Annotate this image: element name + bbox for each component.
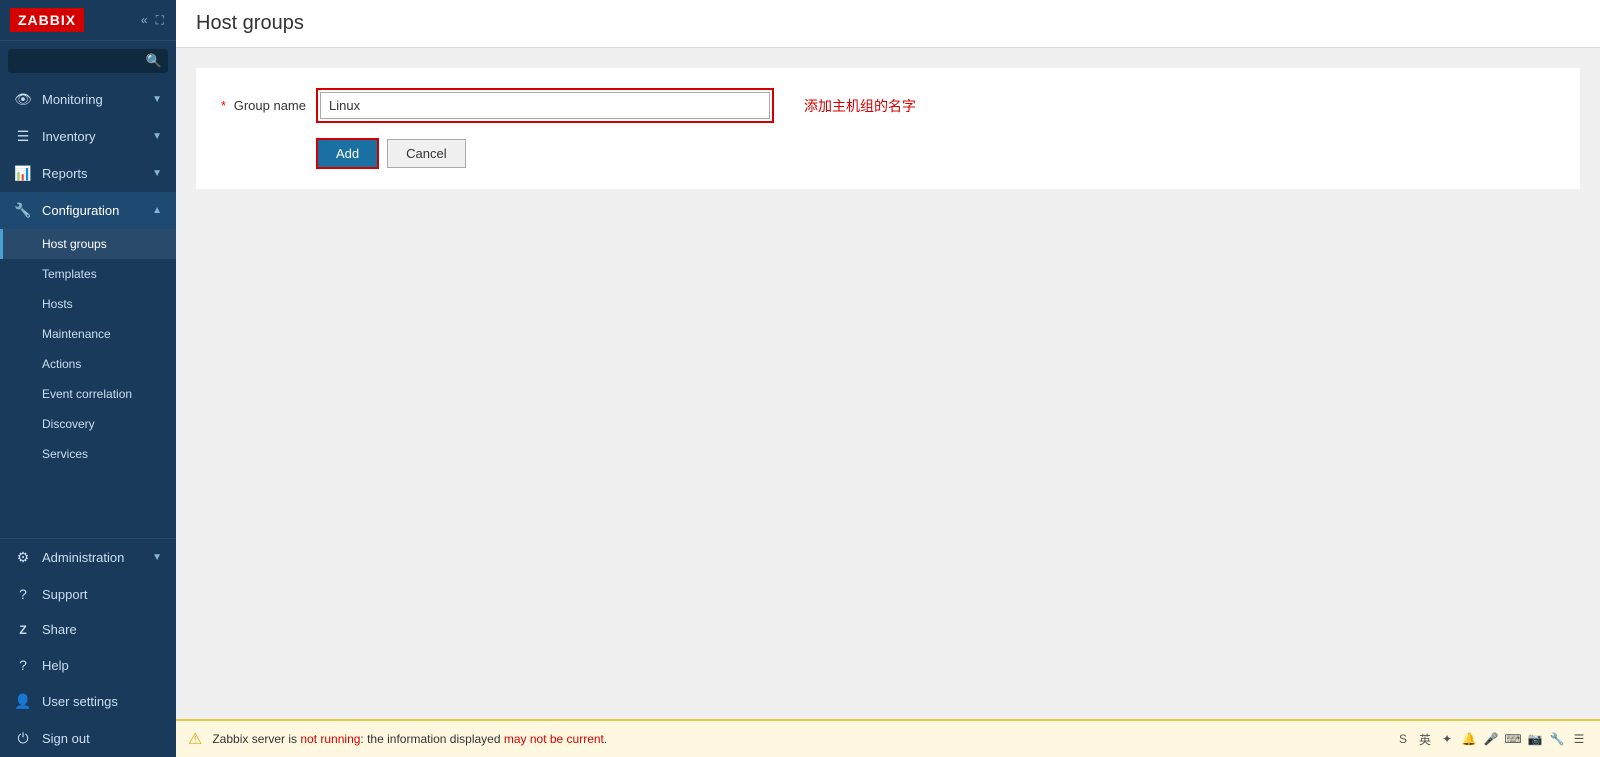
search-icon[interactable]: 🔍 bbox=[146, 53, 162, 69]
status-not-running: not running bbox=[300, 732, 360, 746]
main-area: Host groups * Group name 添加主机组的名字 Add Ca… bbox=[176, 0, 1600, 757]
taskbar-icon-3: ✦ bbox=[1438, 730, 1456, 748]
sidebar-item-label: Reports bbox=[42, 166, 88, 181]
sidebar-item-reports[interactable]: 📊 Reports ▼ bbox=[0, 155, 176, 192]
sidebar-item-host-groups[interactable]: Host groups bbox=[0, 229, 176, 259]
sidebar-item-maintenance[interactable]: Maintenance bbox=[0, 319, 176, 349]
sidebar-item-label: Support bbox=[42, 587, 88, 602]
sidebar-item-templates[interactable]: Templates bbox=[0, 259, 176, 289]
sidebar-item-services[interactable]: Services bbox=[0, 439, 176, 469]
chevron-up-icon: ▲ bbox=[152, 205, 162, 216]
inventory-icon: ☰ bbox=[14, 128, 32, 145]
sidebar: ZABBIX « ⛶ 🔍 👁 Monitoring ▼ ☰ Inventory … bbox=[0, 0, 176, 757]
add-button[interactable]: Add bbox=[316, 138, 379, 169]
group-name-input-wrap bbox=[316, 88, 774, 123]
administration-icon: ⚙ bbox=[14, 549, 32, 566]
sidebar-item-user-settings[interactable]: 👤 User settings bbox=[0, 683, 176, 720]
sidebar-bottom: ⚙ Administration ▼ ? Support Z Share ? H… bbox=[0, 538, 176, 757]
sidebar-item-label: User settings bbox=[42, 694, 118, 709]
sidebar-item-label: Configuration bbox=[42, 203, 119, 218]
sub-nav-label: Hosts bbox=[42, 297, 73, 311]
taskbar-icon-6: ⌨ bbox=[1504, 730, 1522, 748]
status-middle: : the information displayed bbox=[360, 732, 503, 746]
sidebar-item-sign-out[interactable]: ⏻ Sign out bbox=[0, 720, 176, 757]
group-name-label: * Group name bbox=[216, 98, 306, 113]
logo-bar: ZABBIX « ⛶ bbox=[0, 0, 176, 41]
fullscreen-button[interactable]: ⛶ bbox=[154, 11, 166, 30]
chevron-down-icon: ▼ bbox=[152, 131, 162, 142]
form-buttons: Add Cancel bbox=[316, 138, 1560, 169]
taskbar-icon-4: 🔔 bbox=[1460, 730, 1478, 748]
chevron-down-icon: ▼ bbox=[152, 168, 162, 179]
sidebar-item-configuration[interactable]: 🔧 Configuration ▲ bbox=[0, 192, 176, 229]
status-message: Zabbix server is not running: the inform… bbox=[212, 732, 607, 746]
sidebar-item-label: Inventory bbox=[42, 129, 95, 144]
sidebar-item-label: Sign out bbox=[42, 731, 90, 746]
reports-icon: 📊 bbox=[14, 165, 32, 182]
status-bar: ⚠ Zabbix server is not running: the info… bbox=[176, 719, 1600, 757]
sidebar-item-hosts[interactable]: Hosts bbox=[0, 289, 176, 319]
annotation-text: 添加主机组的名字 bbox=[804, 96, 916, 116]
search-input[interactable] bbox=[14, 54, 146, 68]
status-may-not: may not be current bbox=[504, 732, 604, 746]
help-icon: ? bbox=[14, 657, 32, 673]
sidebar-item-event-correlation[interactable]: Event correlation bbox=[0, 379, 176, 409]
sidebar-item-actions[interactable]: Actions bbox=[0, 349, 176, 379]
taskbar-icon-2: 英 bbox=[1416, 730, 1434, 748]
search-wrap: 🔍 bbox=[8, 49, 168, 73]
required-star: * bbox=[221, 98, 226, 113]
taskbar-icon-8: 🔧 bbox=[1548, 730, 1566, 748]
sidebar-item-administration[interactable]: ⚙ Administration ▼ bbox=[0, 539, 176, 576]
configuration-icon: 🔧 bbox=[14, 202, 32, 219]
warning-icon: ⚠ bbox=[188, 729, 202, 749]
main-nav: 👁 Monitoring ▼ ☰ Inventory ▼ 📊 Reports ▼… bbox=[0, 81, 176, 469]
group-name-row: * Group name 添加主机组的名字 bbox=[216, 88, 1560, 123]
monitoring-icon: 👁 bbox=[14, 91, 32, 108]
sidebar-item-help[interactable]: ? Help bbox=[0, 647, 176, 683]
main-content: * Group name 添加主机组的名字 Add Cancel bbox=[176, 48, 1600, 719]
sidebar-item-label: Help bbox=[42, 658, 69, 673]
status-prefix: Zabbix server is bbox=[212, 732, 300, 746]
sidebar-item-label: Administration bbox=[42, 550, 124, 565]
status-end: . bbox=[604, 732, 607, 746]
sidebar-item-share[interactable]: Z Share bbox=[0, 612, 176, 647]
group-name-input[interactable] bbox=[320, 92, 770, 119]
sidebar-item-discovery[interactable]: Discovery bbox=[0, 409, 176, 439]
search-bar: 🔍 bbox=[0, 41, 176, 81]
sub-nav-label: Maintenance bbox=[42, 327, 111, 341]
page-header: Host groups bbox=[176, 0, 1600, 48]
chevron-down-icon: ▼ bbox=[152, 94, 162, 105]
sign-out-icon: ⏻ bbox=[14, 730, 32, 747]
taskbar-icon-1: S bbox=[1394, 730, 1412, 748]
cancel-button[interactable]: Cancel bbox=[387, 139, 465, 168]
sub-nav-label: Discovery bbox=[42, 417, 95, 431]
sidebar-item-label: Monitoring bbox=[42, 92, 103, 107]
sidebar-item-monitoring[interactable]: 👁 Monitoring ▼ bbox=[0, 81, 176, 118]
sub-nav-label: Actions bbox=[42, 357, 81, 371]
collapse-sidebar-button[interactable]: « bbox=[139, 11, 150, 30]
sidebar-item-support[interactable]: ? Support bbox=[0, 576, 176, 612]
sub-nav-label: Services bbox=[42, 447, 88, 461]
zabbix-logo: ZABBIX bbox=[10, 8, 84, 32]
sub-nav-label: Event correlation bbox=[42, 387, 132, 401]
chevron-down-icon: ▼ bbox=[152, 552, 162, 563]
sub-nav-label: Templates bbox=[42, 267, 97, 281]
support-icon: ? bbox=[14, 586, 32, 602]
taskbar-icons: S 英 ✦ 🔔 🎤 ⌨ 📷 🔧 ☰ bbox=[1394, 730, 1588, 748]
user-icon: 👤 bbox=[14, 693, 32, 710]
taskbar-icon-9: ☰ bbox=[1570, 730, 1588, 748]
sidebar-item-inventory[interactable]: ☰ Inventory ▼ bbox=[0, 118, 176, 155]
page-title: Host groups bbox=[196, 12, 1580, 35]
taskbar-icon-7: 📷 bbox=[1526, 730, 1544, 748]
form-container: * Group name 添加主机组的名字 Add Cancel bbox=[196, 68, 1580, 189]
sidebar-item-label: Share bbox=[42, 622, 77, 637]
taskbar-icon-5: 🎤 bbox=[1482, 730, 1500, 748]
sub-nav-label: Host groups bbox=[42, 237, 107, 251]
share-icon: Z bbox=[14, 623, 32, 637]
sidebar-controls: « ⛶ bbox=[139, 11, 166, 30]
